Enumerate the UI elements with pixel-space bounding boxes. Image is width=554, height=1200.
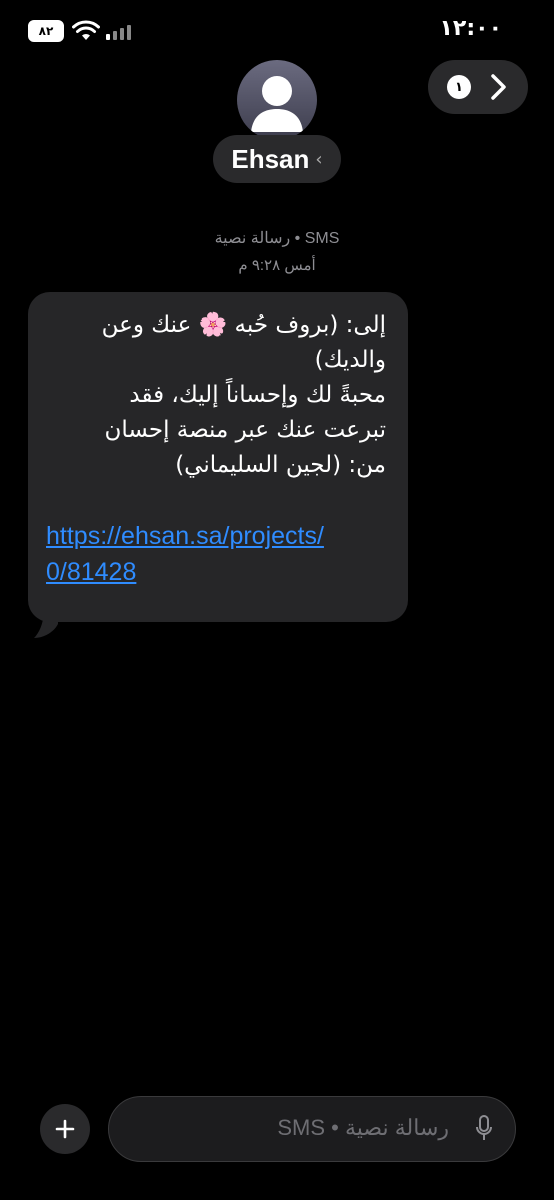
message-line: محبةً لك وإحساناً إليك، فقد (129, 382, 386, 408)
add-attachment-button[interactable] (40, 1104, 90, 1154)
message-line: والديك) (314, 347, 386, 373)
chevron-left-icon: ‹ (315, 148, 323, 170)
battery-level: ٨٢ (38, 24, 54, 38)
person-icon (251, 76, 303, 132)
microphone-icon[interactable] (475, 1115, 493, 1143)
bubble-tail (34, 608, 58, 638)
wifi-icon (72, 20, 100, 40)
contact-name: Ehsan (231, 143, 310, 174)
next-conversation-button[interactable]: ١ (428, 60, 528, 114)
message-line: تبرعت عنك عبر منصة إحسان (104, 417, 386, 443)
plus-icon (55, 1119, 75, 1139)
message-link-line: 0/81428 (46, 558, 137, 586)
message-input[interactable]: رسالة نصية • SMS (108, 1096, 516, 1162)
message-line: من: (لجين السليماني) (175, 452, 386, 478)
status-bar: ٨٢ ١٢:٠٠ (0, 0, 554, 60)
message-line: إلى: (بروف حُبه 🌸 عنك وعن (101, 312, 386, 338)
message-timestamp: أمس ٩:٢٨ م (238, 257, 316, 274)
message-link-line: https://ehsan.sa/projects/ (46, 522, 324, 550)
battery-indicator: ٨٢ (28, 20, 64, 42)
contact-name-button[interactable]: Ehsan ‹ (213, 135, 341, 183)
message-bubble[interactable]: إلى: (بروف حُبه 🌸 عنك وعن والديك) محبةً … (28, 292, 408, 622)
unread-count-badge: ١ (447, 75, 471, 99)
chevron-right-icon (491, 74, 506, 100)
contact-avatar[interactable] (237, 60, 317, 140)
message-service-label: رسالة نصية • SMS (214, 230, 340, 247)
cellular-signal-icon (106, 22, 132, 40)
message-input-placeholder: رسالة نصية • SMS (277, 1115, 449, 1140)
message-link[interactable]: https://ehsan.sa/projects/ 0/81428 (46, 518, 386, 590)
status-time: ١٢:٠٠ (439, 16, 502, 41)
